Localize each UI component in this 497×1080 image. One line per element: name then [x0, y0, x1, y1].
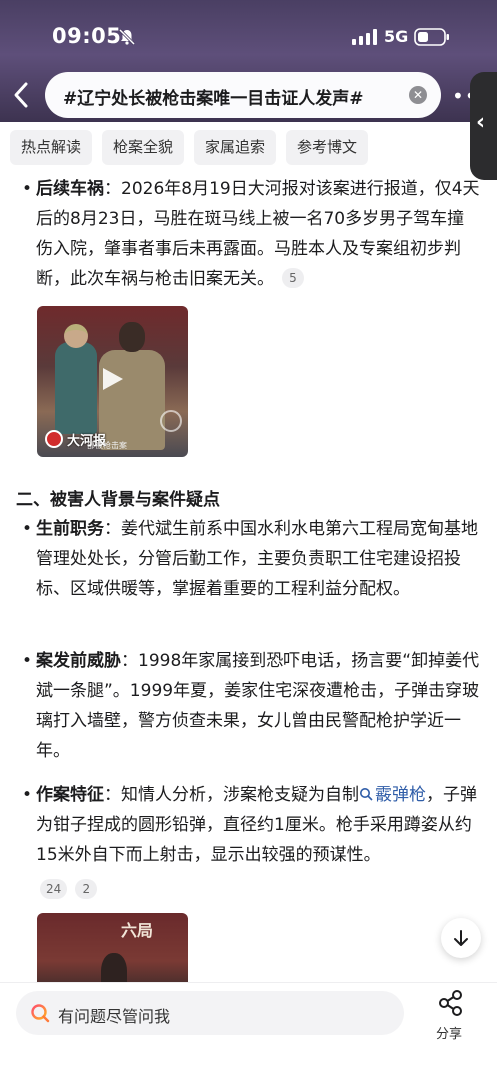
search-icon — [360, 788, 373, 801]
bullet-dot: • — [22, 179, 33, 199]
signal-icon — [352, 29, 377, 45]
network-label: 5G — [384, 27, 409, 46]
link-text: 霰弹枪 — [375, 785, 426, 805]
topic-tabs: 热点解读 枪案全貌 家属追索 参考博文 — [10, 130, 369, 166]
person-head — [64, 324, 88, 348]
person-head — [101, 953, 127, 982]
share-icon — [439, 990, 462, 1016]
person-figure — [55, 342, 97, 434]
citation-row: 24 2 — [40, 879, 98, 899]
sign-text: 六局 — [121, 921, 154, 940]
search-row: #辽宁处长被枪击案唯一目击证人发声# ✕ •• — [0, 72, 497, 118]
tab-reference-posts[interactable]: 参考博文 — [286, 130, 369, 165]
search-input[interactable]: #辽宁处长被枪击案唯一目击证人发声# ✕ — [45, 72, 441, 118]
tab-hot-analysis[interactable]: 热点解读 — [10, 130, 93, 165]
bullet-dot: • — [22, 651, 33, 671]
person-head — [119, 322, 145, 352]
citation-badge[interactable]: 5 — [282, 268, 304, 288]
ai-search-icon — [31, 1004, 50, 1023]
bottom-bar: 有问题尽管问我 分享 — [0, 982, 497, 1080]
share-button[interactable]: 分享 — [428, 987, 474, 1043]
dahebao-logo-icon — [45, 430, 63, 448]
item-label: 后续车祸 — [36, 179, 104, 199]
play-icon[interactable] — [99, 366, 125, 392]
status-time: 09:05 — [52, 24, 122, 48]
source-mark-icon — [160, 410, 182, 432]
citation-badge[interactable]: 2 — [75, 879, 98, 899]
item-label: 生前职务 — [36, 519, 104, 539]
item-text: ：知情人分析，涉案枪支疑为自制 — [104, 785, 359, 805]
list-item-aftermath: • 后续车祸：2026年8月19日大河报对该案进行报道，仅4天后的8月23日，马… — [22, 174, 480, 294]
video-thumbnail[interactable]: 大河报 部被枪击案 — [37, 306, 188, 457]
bullet-dot: • — [22, 519, 33, 539]
chevron-left-icon: ‹ — [476, 110, 486, 135]
search-query: #辽宁处长被枪击案唯一目击证人发声# — [63, 89, 364, 109]
person-figure — [99, 350, 165, 450]
side-collapse-handle[interactable]: ‹ — [470, 72, 497, 180]
arrow-down-icon — [454, 930, 468, 946]
status-bar: 09:05 5G — [0, 0, 497, 70]
list-item-features: • 作案特征：知情人分析，涉案枪支疑为自制 霰弹枪，子弹为钳子捏成的圆形铅弹，直径… — [22, 780, 480, 870]
bullet-dot: • — [22, 785, 33, 805]
item-label: 作案特征 — [36, 785, 104, 805]
ask-placeholder: 有问题尽管问我 — [58, 1007, 171, 1026]
thumbnail-caption: 部被枪击案 — [87, 441, 127, 450]
share-label: 分享 — [436, 1027, 463, 1042]
section-title: 二、被害人背景与案件疑点 — [16, 490, 220, 510]
list-item-threats: • 案发前威胁：1998年家属接到恐吓电话，扬言要“卸掉姜代斌一条腿”。1999… — [22, 646, 480, 766]
tab-family-pursuit[interactable]: 家属追索 — [194, 130, 277, 165]
citation-badge[interactable]: 24 — [40, 879, 68, 899]
bell-mute-icon — [118, 28, 136, 46]
tab-case-overview[interactable]: 枪案全貌 — [102, 130, 185, 165]
back-arrow-icon[interactable] — [10, 80, 34, 110]
ask-input[interactable]: 有问题尽管问我 — [16, 991, 404, 1035]
scroll-down-button[interactable] — [441, 918, 481, 958]
battery-icon — [414, 28, 449, 46]
list-item-background: • 生前职务：姜代斌生前系中国水利水电第六工程局宽甸基地管理处处长，分管后勤工作… — [22, 514, 480, 604]
clear-icon[interactable]: ✕ — [409, 86, 427, 104]
search-link[interactable]: 霰弹枪 — [359, 785, 426, 805]
item-label: 案发前威胁 — [36, 651, 121, 671]
answer-content: • 后续车祸：2026年8月19日大河报对该案进行报道，仅4天后的8月23日，马… — [0, 172, 497, 982]
image-thumbnail[interactable]: 六局 — [37, 913, 188, 982]
